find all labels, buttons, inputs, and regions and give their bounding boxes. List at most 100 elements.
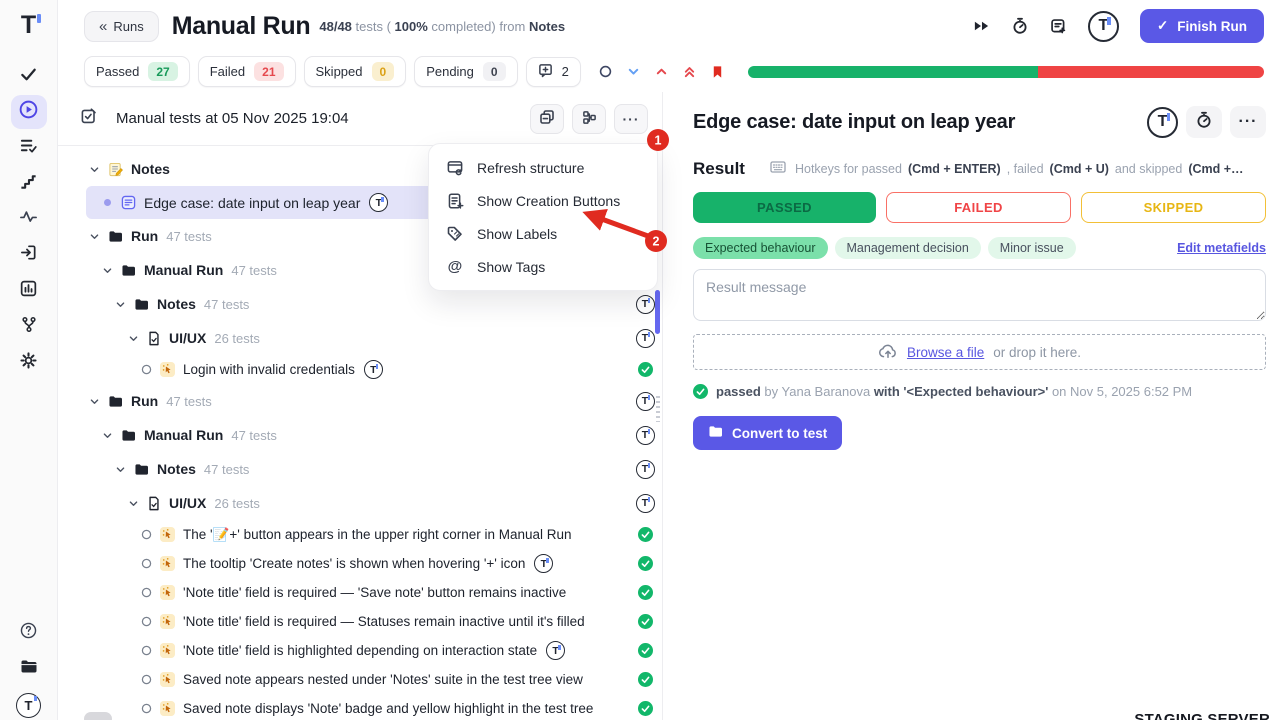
chevron-down-icon[interactable] — [627, 65, 640, 78]
double-chevron-up-icon[interactable] — [683, 65, 696, 79]
chevron-up-icon[interactable] — [655, 65, 668, 78]
sidebar-avatar[interactable]: T — [11, 688, 47, 720]
testomat-icon: T — [628, 460, 662, 479]
fast-forward-icon[interactable] — [973, 19, 990, 33]
passed-check-icon — [628, 556, 662, 571]
chevron-down-icon[interactable] — [86, 231, 102, 242]
menu-item-refresh-structure[interactable]: Refresh structure — [429, 151, 657, 184]
chevron-down-icon[interactable] — [86, 396, 102, 407]
sidebar-item-plans[interactable] — [11, 131, 47, 165]
tree-row[interactable]: Notes47 testsT — [86, 287, 662, 321]
chevron-down-icon[interactable] — [86, 164, 102, 175]
memo-icon — [108, 162, 123, 177]
sidebar-item-help[interactable] — [11, 616, 47, 650]
comments-filter-button[interactable]: 2 — [526, 57, 581, 87]
tree-structure-button[interactable] — [572, 104, 606, 134]
filter-count-badge: 27 — [148, 62, 177, 81]
tree-row[interactable]: UI/UX26 testsT — [86, 486, 662, 520]
menu-item-show-tags[interactable]: @Show Tags — [429, 250, 657, 283]
tree-row[interactable]: Login with invalid credentialsT — [86, 355, 662, 384]
testomat-logo-icon[interactable]: T — [1088, 11, 1119, 42]
status-button-skipped[interactable]: SKIPPED — [1081, 192, 1266, 223]
panel-resize-grip[interactable] — [656, 396, 660, 422]
testomat-logo-icon[interactable]: T — [1147, 107, 1178, 138]
tree-row[interactable]: Notes47 testsT — [86, 452, 662, 486]
filter-bar: Passed27 Failed21 Skipped0Pending0 2 — [58, 50, 1280, 97]
filter-chip-passed[interactable]: Passed27 — [84, 56, 190, 87]
tree-row[interactable]: Saved note displays 'Note' badge and yel… — [86, 694, 662, 720]
sidebar-item-tests[interactable] — [11, 60, 47, 94]
tree-row-meta: 47 tests — [231, 263, 277, 278]
folder-icon — [708, 425, 723, 441]
tree-row-text: The '📝+' button appears in the upper rig… — [183, 527, 572, 543]
test-title: Edge case: date input on leap year — [693, 111, 1015, 134]
tree-row-text: 'Note title' field is required — 'Save n… — [183, 585, 566, 600]
passed-check-icon — [638, 614, 653, 629]
circle-status-icon[interactable] — [599, 65, 612, 78]
menu-item-show-creation-buttons[interactable]: Show Creation Buttons — [429, 184, 657, 217]
file-dropzone[interactable]: Browse a file or drop it here. — [693, 334, 1266, 370]
more-icon: ··· — [1239, 113, 1258, 131]
tree-row[interactable]: UI/UX26 testsT — [86, 321, 662, 355]
sidebar-item-settings[interactable] — [11, 346, 47, 380]
menu-item-label: Show Creation Buttons — [477, 193, 620, 209]
finish-run-button[interactable]: ✓ Finish Run — [1140, 9, 1264, 43]
folder-icon — [108, 230, 123, 243]
detail-more-button[interactable]: ··· — [1230, 106, 1266, 138]
copy-structure-button[interactable] — [530, 104, 564, 134]
tree-row[interactable]: Run47 testsT — [86, 384, 662, 418]
metafield-pill[interactable]: Management decision — [835, 237, 981, 259]
chevron-down-icon[interactable] — [112, 464, 128, 475]
sidebar-item-milestones[interactable] — [11, 167, 47, 201]
chevron-down-icon[interactable] — [112, 299, 128, 310]
metafield-pill[interactable]: Minor issue — [988, 237, 1076, 259]
convert-to-test-button[interactable]: Convert to test — [693, 416, 842, 450]
metafield-pill[interactable]: Expected behaviour — [693, 237, 828, 259]
tree-row[interactable]: The '📝+' button appears in the upper rig… — [86, 520, 662, 549]
filter-chip-failed[interactable]: Failed21 — [198, 56, 296, 87]
edit-metafields-link[interactable]: Edit metafields — [1177, 241, 1266, 255]
tree-row-text: Run — [131, 393, 158, 409]
stopwatch-icon[interactable] — [1011, 17, 1029, 35]
filter-chip-skipped[interactable]: Skipped0 — [304, 56, 407, 87]
status-button-passed[interactable]: PASSED — [693, 192, 876, 223]
status-filter-chips: Passed27 Failed21 Skipped0Pending0 — [84, 56, 518, 87]
tree-row[interactable]: Saved note appears nested under 'Notes' … — [86, 665, 662, 694]
back-to-runs-button[interactable]: « Runs — [84, 11, 159, 42]
sidebar-item-activity[interactable] — [11, 202, 47, 236]
note-add-icon[interactable] — [1050, 18, 1067, 35]
passed-check-icon — [628, 643, 662, 658]
tree-horizontal-scrollbar[interactable] — [84, 712, 112, 720]
test-bullet-icon — [138, 364, 154, 375]
sidebar-item-import[interactable] — [11, 238, 47, 272]
timer-button[interactable] — [1186, 106, 1222, 138]
chevron-down-icon[interactable] — [125, 333, 141, 344]
filter-chip-pending[interactable]: Pending0 — [414, 56, 517, 87]
tree-row[interactable]: The tooltip 'Create notes' is shown when… — [86, 549, 662, 578]
sidebar-item-branches[interactable] — [11, 310, 47, 344]
staging-server-label: STAGING SERVER — [1134, 711, 1270, 720]
tree-row[interactable]: 'Note title' field is required — Statuse… — [86, 607, 662, 636]
tree-row-text: Notes — [157, 296, 196, 312]
tree-row[interactable]: Manual Run47 testsT — [86, 418, 662, 452]
tree-scrollbar[interactable] — [655, 290, 660, 334]
tree-row-label: The tooltip 'Create notes' is shown when… — [183, 554, 628, 573]
menu-item-show-labels[interactable]: Show Labels — [429, 217, 657, 250]
chevron-down-icon[interactable] — [99, 265, 115, 276]
tree-row-meta: 47 tests — [231, 428, 277, 443]
sidebar-item-library[interactable] — [11, 652, 47, 686]
bookmark-icon[interactable] — [711, 65, 724, 79]
tree-more-button[interactable]: ··· — [614, 104, 648, 134]
chevron-down-icon[interactable] — [99, 430, 115, 441]
filter-count-badge: 21 — [254, 62, 283, 81]
result-message-input[interactable] — [693, 269, 1266, 321]
browse-file-link[interactable]: Browse a file — [907, 345, 984, 360]
tree-row[interactable]: 'Note title' field is required — 'Save n… — [86, 578, 662, 607]
tree-row[interactable]: 'Note title' field is highlighted depend… — [86, 636, 662, 665]
filter-count-badge: 0 — [372, 62, 395, 81]
sidebar-item-runs[interactable] — [11, 95, 47, 129]
sidebar-item-reports[interactable] — [11, 274, 47, 308]
status-button-failed[interactable]: FAILED — [886, 192, 1071, 223]
result-heading: Result — [693, 159, 745, 179]
chevron-down-icon[interactable] — [125, 498, 141, 509]
